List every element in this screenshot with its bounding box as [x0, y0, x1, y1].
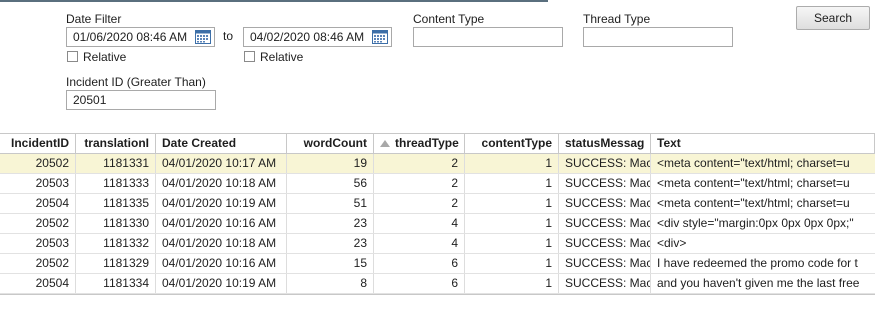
cell-contenttype: 1	[465, 234, 559, 253]
cell-date-created: 04/01/2020 10:16 AM	[156, 214, 287, 233]
cell-text: and you haven't given me the last free	[657, 276, 860, 290]
cell-translationid: 1181332	[76, 234, 156, 253]
cell-translationid: 1181331	[76, 154, 156, 173]
cell-incidentid: 20504	[0, 194, 76, 213]
results-grid: IncidentID translationI Date Created wor…	[0, 133, 875, 295]
cell-translationid: 1181329	[76, 254, 156, 273]
cell-statusmessage: SUCCESS: Mac	[559, 274, 651, 293]
cell-statusmessage: SUCCESS: Mac	[559, 174, 651, 193]
to-date-value: 04/02/2020 08:46 AM	[250, 30, 365, 44]
col-header-statusmessage[interactable]: statusMessag	[559, 134, 651, 153]
from-relative-checkbox[interactable]	[67, 51, 78, 62]
content-type-input[interactable]	[413, 27, 563, 47]
cell-statusmessage: SUCCESS: Mac	[559, 254, 651, 273]
cell-text: <meta content="text/html; charset=u	[657, 176, 850, 190]
cell-incidentid: 20502	[0, 254, 76, 273]
table-row[interactable]: 20503 1181332 04/01/2020 10:18 AM 23 4 1 SUCCE…	[0, 234, 875, 254]
table-row[interactable]: 20504 1181335 04/01/2020 10:19 AM 51 2 1 SUCCE…	[0, 194, 875, 214]
table-row[interactable]: 20502 1181331 04/01/2020 10:17 AM 19 2 1 SUCCE…	[0, 154, 875, 174]
cell-wordcount: 51	[287, 194, 374, 213]
table-row[interactable]: 20502 1181329 04/01/2020 10:16 AM 15 6 1 SUCCE…	[0, 254, 875, 274]
cell-statusmessage: SUCCESS: Mac	[559, 214, 651, 233]
cell-threadtype: 2	[374, 194, 465, 213]
cell-text: I have redeemed the promo code for t	[657, 256, 858, 270]
search-button[interactable]: Search	[796, 6, 870, 30]
from-relative-label: Relative	[83, 50, 127, 64]
incident-id-input[interactable]: 20501	[66, 90, 216, 110]
thread-type-input[interactable]	[583, 27, 733, 47]
cell-wordcount: 23	[287, 214, 374, 233]
window-top-border	[0, 0, 548, 2]
cell-translationid: 1181330	[76, 214, 156, 233]
cell-translationid: 1181333	[76, 174, 156, 193]
cell-statusmessage: SUCCESS: Mac	[559, 194, 651, 213]
cell-threadtype: 2	[374, 174, 465, 193]
col-header-translationid[interactable]: translationI	[76, 134, 156, 153]
cell-wordcount: 23	[287, 234, 374, 253]
cell-date-created: 04/01/2020 10:18 AM	[156, 234, 287, 253]
to-date-picker[interactable]: 04/02/2020 08:46 AM	[243, 27, 392, 47]
col-header-incidentid[interactable]: IncidentID	[0, 134, 76, 153]
cell-incidentid: 20503	[0, 174, 76, 193]
col-header-contenttype[interactable]: contentType	[465, 134, 559, 153]
cell-threadtype: 6	[374, 254, 465, 273]
cell-threadtype: 4	[374, 214, 465, 233]
to-relative-label: Relative	[260, 50, 304, 64]
col-header-threadtype-label: threadType	[395, 136, 459, 150]
cell-text: <div>	[657, 236, 687, 250]
cell-date-created: 04/01/2020 10:19 AM	[156, 274, 287, 293]
col-header-date-created[interactable]: Date Created	[156, 134, 287, 153]
cell-translationid: 1181335	[76, 194, 156, 213]
cell-contenttype: 1	[465, 274, 559, 293]
cell-text: <div style="margin:0px 0px 0px 0px;"	[657, 216, 854, 230]
cell-statusmessage: SUCCESS: Mac	[559, 234, 651, 253]
col-header-wordcount[interactable]: wordCount	[287, 134, 374, 153]
col-header-threadtype[interactable]: threadType	[374, 134, 465, 153]
cell-incidentid: 20502	[0, 214, 76, 233]
thread-type-label: Thread Type	[583, 12, 651, 26]
cell-text: <meta content="text/html; charset=u	[657, 196, 850, 210]
from-date-value: 01/06/2020 08:46 AM	[73, 30, 188, 44]
cell-wordcount: 56	[287, 174, 374, 193]
cell-contenttype: 1	[465, 194, 559, 213]
cell-text: <meta content="text/html; charset=u	[657, 156, 850, 170]
calendar-icon[interactable]	[372, 30, 388, 44]
sort-ascending-icon	[380, 140, 390, 147]
table-row[interactable]: 20502 1181330 04/01/2020 10:16 AM 23 4 1 SUCCE…	[0, 214, 875, 234]
calendar-icon[interactable]	[195, 30, 211, 44]
cell-threadtype: 6	[374, 274, 465, 293]
incident-id-label: Incident ID (Greater Than)	[66, 75, 206, 89]
col-header-text[interactable]: Text	[651, 134, 875, 153]
cell-threadtype: 2	[374, 154, 465, 173]
date-filter-label: Date Filter	[66, 12, 122, 26]
cell-incidentid: 20502	[0, 154, 76, 173]
cell-contenttype: 1	[465, 174, 559, 193]
to-relative-checkbox[interactable]	[244, 51, 255, 62]
cell-date-created: 04/01/2020 10:17 AM	[156, 154, 287, 173]
cell-contenttype: 1	[465, 254, 559, 273]
table-row[interactable]: 20503 1181333 04/01/2020 10:18 AM 56 2 1 SUCCE…	[0, 174, 875, 194]
cell-incidentid: 20504	[0, 274, 76, 293]
table-row[interactable]: 20504 1181334 04/01/2020 10:19 AM 8 6 1 SUCCES…	[0, 274, 875, 294]
grid-body: 20502 1181331 04/01/2020 10:17 AM 19 2 1 SUCCE…	[0, 154, 875, 294]
cell-statusmessage: SUCCESS: Mac	[559, 154, 651, 173]
cell-wordcount: 15	[287, 254, 374, 273]
cell-translationid: 1181334	[76, 274, 156, 293]
cell-wordcount: 8	[287, 274, 374, 293]
cell-contenttype: 1	[465, 154, 559, 173]
cell-contenttype: 1	[465, 214, 559, 233]
cell-wordcount: 19	[287, 154, 374, 173]
cell-incidentid: 20503	[0, 234, 76, 253]
grid-header-row: IncidentID translationI Date Created wor…	[0, 134, 875, 154]
cell-date-created: 04/01/2020 10:18 AM	[156, 174, 287, 193]
cell-date-created: 04/01/2020 10:19 AM	[156, 194, 287, 213]
from-date-picker[interactable]: 01/06/2020 08:46 AM	[66, 27, 215, 47]
cell-date-created: 04/01/2020 10:16 AM	[156, 254, 287, 273]
content-type-label: Content Type	[413, 12, 485, 26]
to-label: to	[223, 29, 234, 43]
cell-threadtype: 4	[374, 234, 465, 253]
